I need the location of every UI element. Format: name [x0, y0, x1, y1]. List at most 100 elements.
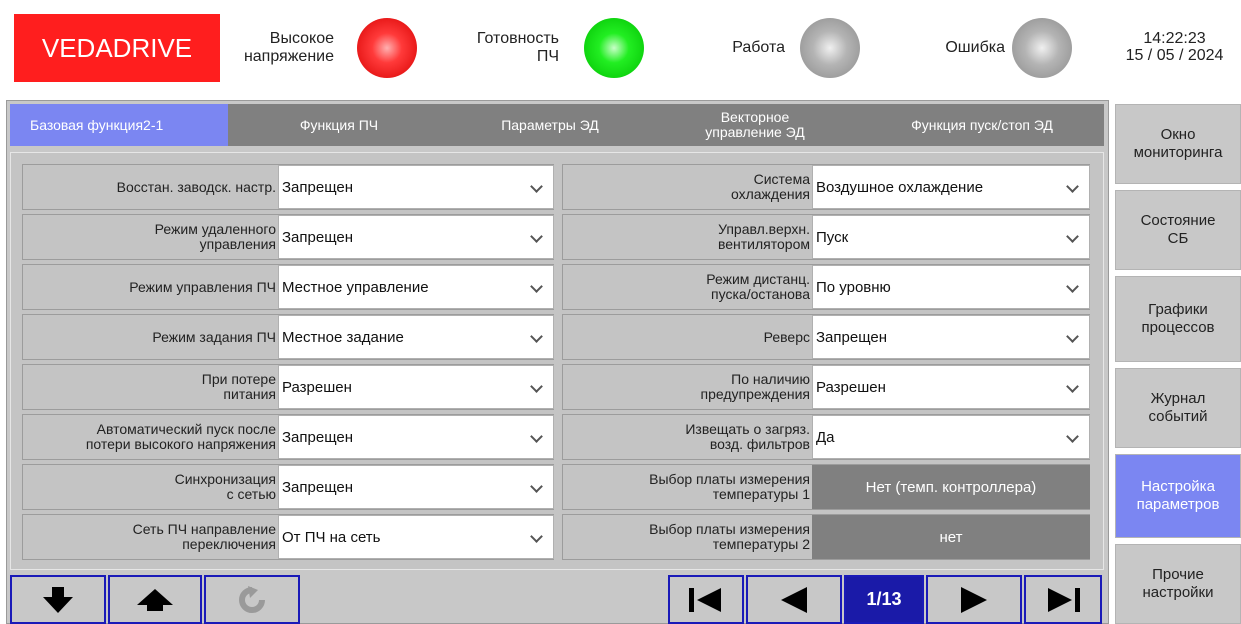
- top-fan-control-select[interactable]: Пуск: [812, 215, 1090, 259]
- chevron-down-icon: [530, 180, 543, 193]
- nav-event-log[interactable]: Журнал событий: [1115, 368, 1241, 448]
- param-label: Автоматический пуск после потери высоког…: [85, 421, 276, 452]
- param-label: Реверс: [763, 328, 810, 345]
- param-label: Режим удаленного управления: [154, 221, 276, 252]
- chevron-down-icon: [1066, 430, 1079, 443]
- auto-start-select[interactable]: Запрещен: [278, 415, 554, 459]
- arrow-up-icon: [137, 588, 173, 611]
- chevron-down-icon: [530, 480, 543, 493]
- param-label: При потере питания: [201, 371, 276, 402]
- chevron-down-icon: [1066, 180, 1079, 193]
- tab-base-function[interactable]: Базовая функция2-1: [10, 104, 228, 146]
- tab-start-stop[interactable]: Функция пуск/стоп ЭД: [860, 104, 1104, 146]
- param-label: Режим управления ПЧ: [129, 278, 276, 295]
- indicator-label-high-voltage: Высокое напряжение: [243, 30, 334, 65]
- chevron-down-icon: [530, 330, 543, 343]
- select-value: Воздушное охлаждение: [816, 178, 984, 196]
- vfd-control-mode-select[interactable]: Местное управление: [278, 265, 554, 309]
- clock: 14:22:23 15 / 05 / 2024: [1112, 30, 1237, 64]
- select-value: Пуск: [816, 228, 849, 246]
- last-page-button[interactable]: [1024, 575, 1102, 624]
- select-value: Местное задание: [282, 328, 404, 346]
- clock-time: 14:22:23: [1143, 30, 1206, 47]
- temp-board-1-value: Нет (темп. контроллера): [812, 465, 1090, 509]
- param-label: Режим дистанц. пуска/останова: [706, 271, 810, 302]
- arrow-down-icon: [43, 586, 73, 613]
- chevron-down-icon: [1066, 330, 1079, 343]
- page-indicator: 1/13: [844, 575, 924, 624]
- chevron-down-icon: [530, 380, 543, 393]
- chevron-down-icon: [530, 530, 543, 543]
- refresh-icon: [239, 585, 265, 613]
- param-label: Сеть ПЧ направление переключения: [132, 521, 276, 552]
- param-label: Система охлаждения: [730, 171, 810, 202]
- switch-direction-select[interactable]: От ПЧ на сеть: [278, 515, 554, 559]
- param-label: Режим задания ПЧ: [152, 328, 276, 345]
- tab-vfd-function[interactable]: Функция ПЧ: [228, 104, 450, 146]
- select-value: Да: [816, 428, 835, 446]
- scroll-down-button[interactable]: [10, 575, 106, 624]
- remote-control-mode-select[interactable]: Запрещен: [278, 215, 554, 259]
- select-value: По уровню: [816, 278, 891, 296]
- select-value: Местное управление: [282, 278, 429, 296]
- select-value: Разрешен: [282, 378, 352, 396]
- high-voltage-lamp-icon: [357, 18, 417, 78]
- first-page-button[interactable]: [668, 575, 744, 624]
- param-label: Выбор платы измерения температуры 2: [649, 521, 810, 552]
- param-label: Восстан. заводск. настр.: [116, 178, 276, 195]
- indicator-label-error: Ошибка: [945, 39, 1005, 56]
- chevron-down-icon: [530, 230, 543, 243]
- select-value: Запрещен: [816, 328, 888, 346]
- scroll-up-button[interactable]: [108, 575, 202, 624]
- chevron-down-icon: [1066, 230, 1079, 243]
- select-value: Запрещен: [282, 428, 354, 446]
- first-page-icon: [689, 587, 721, 612]
- next-page-icon: [961, 586, 987, 613]
- tab-vector-control[interactable]: Векторное управление ЭД: [650, 104, 860, 146]
- nav-monitoring-window[interactable]: Окно мониторинга: [1115, 104, 1241, 184]
- nav-process-graphs[interactable]: Графики процессов: [1115, 276, 1241, 362]
- chevron-down-icon: [1066, 380, 1079, 393]
- indicator-label-ready: Готовность ПЧ: [476, 30, 559, 65]
- temp-board-2-value: нет: [812, 515, 1090, 559]
- nav-sb-status[interactable]: Состояние СБ: [1115, 190, 1241, 270]
- chevron-down-icon: [530, 430, 543, 443]
- factory-reset-select[interactable]: Запрещен: [278, 165, 554, 209]
- vfd-setpoint-mode-select[interactable]: Местное задание: [278, 315, 554, 359]
- clock-date: 15 / 05 / 2024: [1125, 47, 1224, 64]
- param-label: Управл.верхн. вентилятором: [717, 221, 810, 252]
- work-lamp-icon: [800, 18, 860, 78]
- tab-bar: Базовая функция2-1 Функция ПЧ Параметры …: [10, 104, 1104, 146]
- indicator-label-work: Работа: [732, 39, 785, 56]
- last-page-icon: [1048, 587, 1080, 612]
- chevron-down-icon: [1066, 280, 1079, 293]
- param-label: Выбор платы измерения температуры 1: [649, 471, 810, 502]
- power-loss-select[interactable]: Разрешен: [278, 365, 554, 409]
- param-label: Извещать о загряз. возд. фильтров: [685, 421, 810, 452]
- brand-logo: VEDADRIVE: [14, 14, 220, 82]
- cooling-system-select[interactable]: Воздушное охлаждение: [812, 165, 1090, 209]
- error-lamp-icon: [1012, 18, 1072, 78]
- ready-lamp-icon: [584, 18, 644, 78]
- select-value: Запрещен: [282, 478, 354, 496]
- refresh-button[interactable]: [204, 575, 300, 624]
- warning-presence-select[interactable]: Разрешен: [812, 365, 1090, 409]
- filter-notify-select[interactable]: Да: [812, 415, 1090, 459]
- select-value: Запрещен: [282, 178, 354, 196]
- select-value: Запрещен: [282, 228, 354, 246]
- chevron-down-icon: [530, 280, 543, 293]
- nav-other-settings[interactable]: Прочие настройки: [1115, 544, 1241, 624]
- select-value: От ПЧ на сеть: [282, 528, 381, 546]
- param-label: Синхронизация с сетью: [174, 471, 276, 502]
- select-value: Разрешен: [816, 378, 886, 396]
- tab-motor-params[interactable]: Параметры ЭД: [450, 104, 650, 146]
- header-bar: VEDADRIVE Высокое напряжение Готовность …: [0, 0, 1241, 100]
- param-label: По наличию предупреждения: [700, 371, 810, 402]
- grid-sync-select[interactable]: Запрещен: [278, 465, 554, 509]
- prev-page-icon: [781, 586, 807, 613]
- nav-parameter-settings[interactable]: Настройка параметров: [1115, 454, 1241, 538]
- prev-page-button[interactable]: [746, 575, 842, 624]
- remote-start-mode-select[interactable]: По уровню: [812, 265, 1090, 309]
- next-page-button[interactable]: [926, 575, 1022, 624]
- reverse-select[interactable]: Запрещен: [812, 315, 1090, 359]
